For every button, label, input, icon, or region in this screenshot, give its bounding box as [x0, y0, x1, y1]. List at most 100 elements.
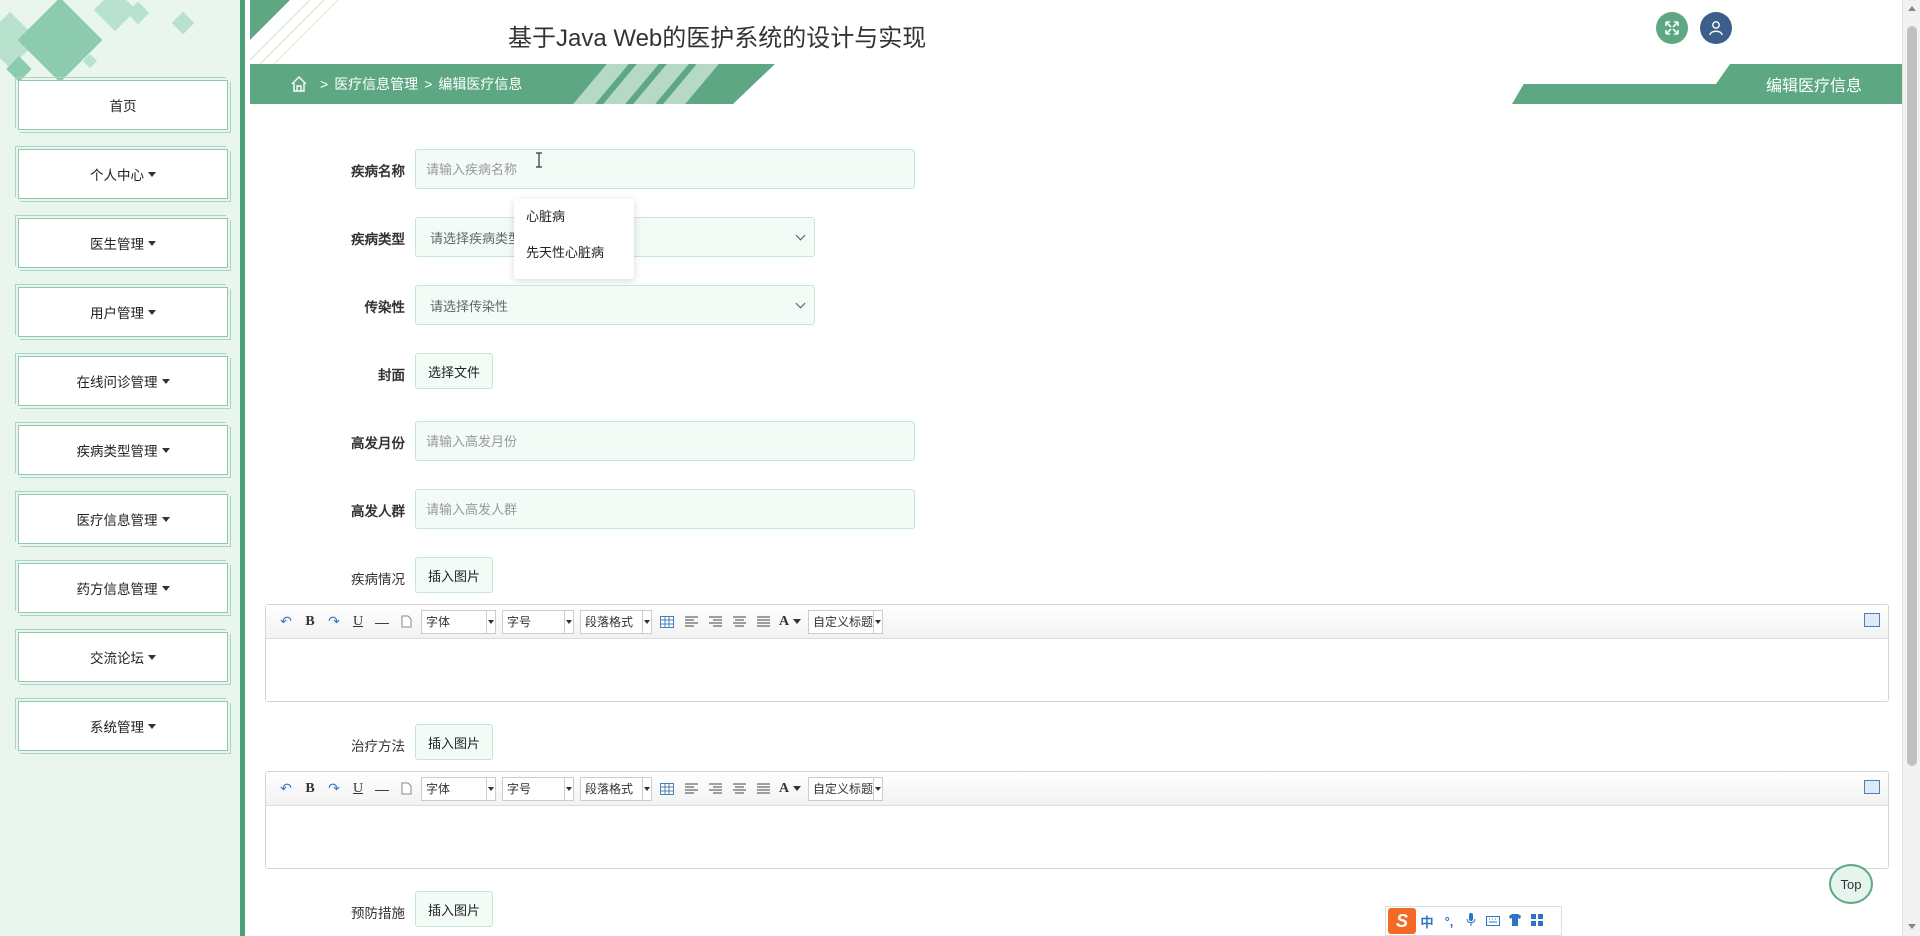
top-header: 基于Java Web的医护系统的设计与实现	[250, 0, 1902, 64]
sidebar-item-online-consult[interactable]: 在线问诊管理	[15, 353, 231, 409]
editor-toolbar: ↶ B ↷ U — 字体 字号 段落格式 A 自定义标题	[266, 605, 1888, 639]
sidebar-item-system[interactable]: 系统管理	[15, 698, 231, 754]
contagious-select[interactable]: 请选择传染性	[415, 285, 815, 325]
font-size-select[interactable]: 字号	[502, 776, 574, 801]
microphone-icon[interactable]	[1460, 912, 1482, 930]
caret-down-icon	[148, 723, 156, 729]
sidebar-item-medical-info[interactable]: 医疗信息管理	[15, 491, 231, 547]
fullscreen-editor-icon[interactable]	[1864, 780, 1880, 794]
high-risk-group-label: 高发人群	[351, 504, 405, 519]
text-cursor-icon	[536, 152, 542, 168]
insert-image-button[interactable]: 插入图片	[415, 724, 494, 760]
prevention-label: 预防措施	[351, 906, 405, 921]
cover-label: 封面	[378, 368, 405, 383]
sidebar-item-home[interactable]: 首页	[15, 77, 231, 133]
condition-label: 疾病情况	[351, 572, 405, 587]
condition-editor-body[interactable]	[266, 639, 1888, 701]
caret-down-icon	[148, 654, 156, 660]
custom-title-select[interactable]: 自定义标题	[808, 776, 883, 801]
page-scrollbar[interactable]	[1902, 0, 1920, 936]
align-left-icon[interactable]	[679, 610, 703, 634]
choose-file-button[interactable]: 选择文件	[415, 353, 494, 389]
user-button[interactable]	[1700, 12, 1732, 44]
font-size-select[interactable]: 字号	[502, 609, 574, 634]
breadcrumb-item-medical-info[interactable]: 医疗信息管理	[334, 74, 418, 94]
sidebar-item-personal-center[interactable]: 个人中心	[15, 146, 231, 202]
back-to-top-button[interactable]: Top	[1829, 864, 1873, 904]
home-icon[interactable]	[290, 75, 308, 93]
sidebar-item-disease-types[interactable]: 疾病类型管理	[15, 422, 231, 478]
disease-name-input[interactable]	[415, 149, 915, 189]
toolbox-icon[interactable]	[1526, 913, 1548, 929]
ime-language-toggle[interactable]: 中	[1416, 912, 1438, 931]
align-center-icon[interactable]	[727, 610, 751, 634]
font-family-select[interactable]: 字体	[421, 776, 496, 801]
scrollbar-thumb[interactable]	[1907, 26, 1917, 766]
sidebar-item-doctors[interactable]: 医生管理	[15, 215, 231, 271]
paragraph-format-select[interactable]: 段落格式	[580, 776, 652, 801]
caret-down-icon	[148, 309, 156, 315]
table-icon[interactable]	[655, 777, 679, 801]
bold-button[interactable]: B	[298, 777, 322, 801]
peak-month-label: 高发月份	[351, 436, 405, 451]
peak-month-input[interactable]	[415, 421, 915, 461]
breadcrumb-separator: >	[424, 76, 433, 92]
skin-icon[interactable]	[1504, 913, 1526, 929]
insert-image-button[interactable]: 插入图片	[415, 557, 494, 593]
punctuation-icon[interactable]: °,	[1438, 914, 1460, 929]
font-color-button[interactable]: A	[775, 610, 805, 634]
breadcrumb-separator: >	[320, 76, 329, 92]
caret-down-icon	[161, 447, 170, 453]
horizontal-rule-button[interactable]: —	[370, 777, 394, 801]
fullscreen-button[interactable]	[1656, 12, 1688, 44]
align-center-icon[interactable]	[727, 777, 751, 801]
table-icon[interactable]	[655, 610, 679, 634]
document-icon[interactable]	[394, 777, 418, 801]
font-family-select[interactable]: 字体	[421, 609, 496, 634]
autocomplete-option[interactable]: 心脏病	[514, 205, 634, 241]
header-decoration	[250, 0, 370, 64]
document-icon[interactable]	[394, 610, 418, 634]
align-justify-icon[interactable]	[751, 610, 775, 634]
sidebar-item-prescriptions[interactable]: 药方信息管理	[15, 560, 231, 616]
fullscreen-editor-icon[interactable]	[1864, 613, 1880, 627]
align-right-icon[interactable]	[703, 610, 727, 634]
underline-button[interactable]: U	[346, 610, 370, 634]
page-title: 编辑医疗信息	[1702, 64, 1902, 104]
high-risk-group-input[interactable]	[415, 489, 915, 529]
ime-logo-icon[interactable]: S	[1388, 908, 1416, 934]
scroll-up-icon[interactable]	[1908, 6, 1916, 11]
ime-toolbar: S 中 °,	[1385, 906, 1562, 936]
underline-button[interactable]: U	[346, 777, 370, 801]
caret-down-icon	[161, 585, 170, 591]
treatment-editor-body[interactable]	[266, 806, 1888, 868]
scroll-down-icon[interactable]	[1908, 924, 1916, 929]
keyboard-icon[interactable]	[1482, 914, 1504, 929]
autocomplete-option[interactable]: 先天性心脏病	[514, 241, 634, 277]
caret-down-icon	[148, 240, 156, 246]
bold-button[interactable]: B	[298, 610, 322, 634]
sidebar-item-label: 用户管理	[90, 306, 144, 321]
decor-square	[171, 11, 195, 35]
sidebar-item-label: 首页	[109, 99, 137, 114]
redo-icon[interactable]: ↷	[322, 610, 346, 634]
align-justify-icon[interactable]	[751, 777, 775, 801]
autocomplete-dropdown: 心脏病 先天性心脏病	[514, 199, 634, 279]
sidebar-item-label: 药方信息管理	[76, 582, 158, 597]
sidebar-item-label: 疾病类型管理	[76, 444, 158, 459]
font-color-button[interactable]: A	[775, 777, 805, 801]
sidebar-item-forum[interactable]: 交流论坛	[15, 629, 231, 685]
breadcrumb-item-edit: 编辑医疗信息	[438, 76, 523, 92]
insert-image-button[interactable]: 插入图片	[415, 891, 494, 927]
align-left-icon[interactable]	[679, 777, 703, 801]
custom-title-select[interactable]: 自定义标题	[808, 609, 883, 634]
undo-icon[interactable]: ↶	[274, 777, 298, 801]
site-title: 基于Java Web的医护系统的设计与实现	[508, 25, 927, 52]
caret-down-icon	[161, 378, 170, 384]
sidebar-item-users[interactable]: 用户管理	[15, 284, 231, 340]
align-right-icon[interactable]	[703, 777, 727, 801]
undo-icon[interactable]: ↶	[274, 610, 298, 634]
horizontal-rule-button[interactable]: —	[370, 610, 394, 634]
redo-icon[interactable]: ↷	[322, 777, 346, 801]
paragraph-format-select[interactable]: 段落格式	[580, 609, 652, 634]
